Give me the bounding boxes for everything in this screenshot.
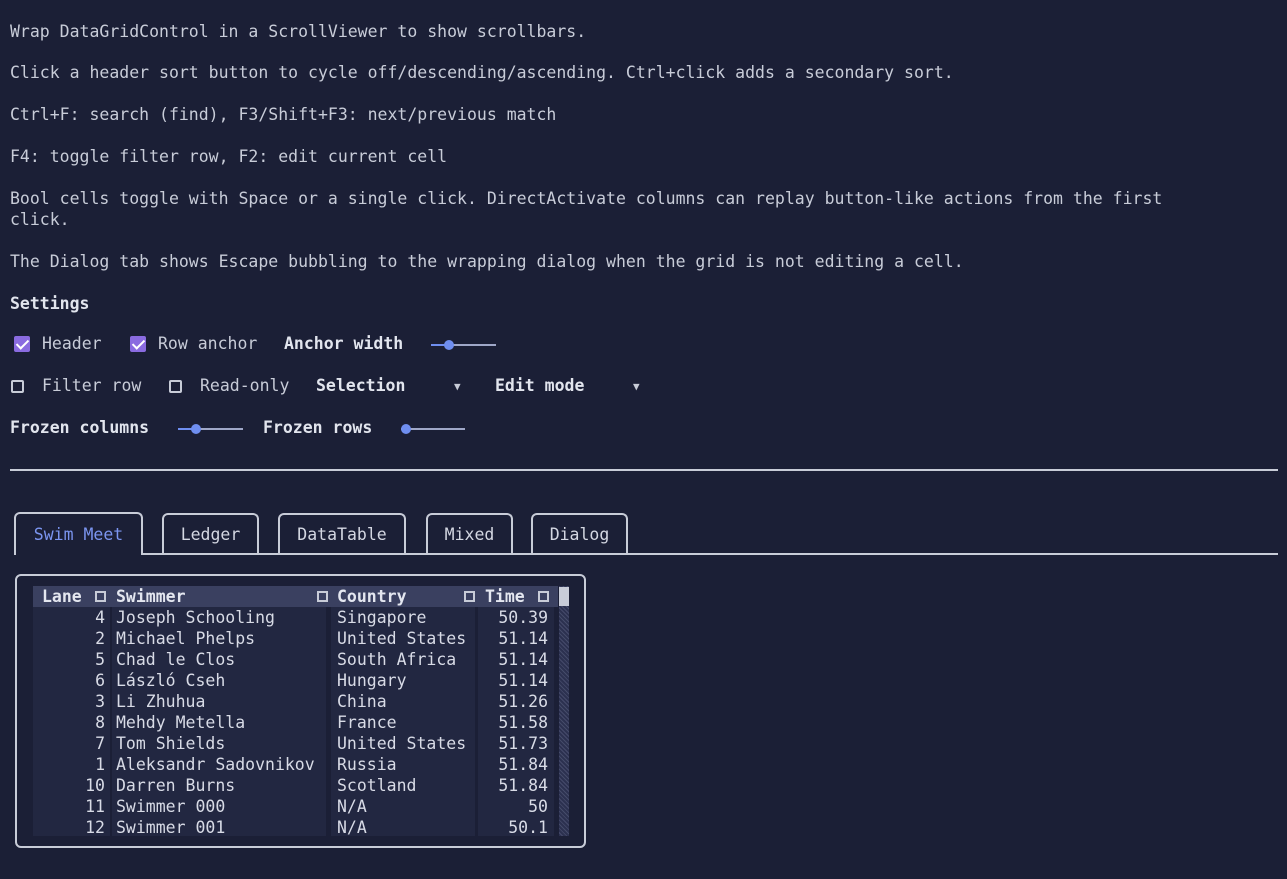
tab-dialog[interactable]: Dialog	[531, 513, 628, 553]
instruction-line: Ctrl+F: search (find), F3/Shift+F3: next…	[10, 105, 557, 124]
grid-cell[interactable]: 50.1	[508, 817, 548, 838]
frozen-rows-slider[interactable]	[401, 424, 465, 434]
column-header-lane[interactable]: Lane	[42, 586, 82, 607]
edit-mode-label: Edit mode	[495, 376, 585, 395]
grid-cell[interactable]: 8	[95, 712, 105, 733]
tab-datatable[interactable]: DataTable	[278, 513, 406, 553]
grid-cell[interactable]: 51.84	[498, 754, 548, 775]
grid-cell[interactable]: Singapore	[337, 607, 426, 628]
grid-cell[interactable]: 2	[95, 628, 105, 649]
tab-ledger[interactable]: Ledger	[162, 513, 259, 553]
tab-strip-line	[143, 553, 1278, 555]
frozen-rows-label: Frozen rows	[263, 418, 373, 437]
tab-swim-meet[interactable]: Swim Meet	[14, 512, 143, 555]
dropdown-arrow-icon: ▼	[454, 380, 461, 393]
settings-title: Settings	[10, 294, 90, 313]
grid-cell[interactable]: 51.14	[498, 670, 548, 691]
grid-cell[interactable]: Swimmer 001	[116, 817, 225, 838]
read-only-checkbox-label: Read-only	[200, 376, 290, 395]
checkbox-unchecked-icon	[169, 380, 182, 393]
grid-cell[interactable]: 11	[85, 796, 105, 817]
grid-cell[interactable]: 51.14	[498, 649, 548, 670]
row-anchor-checkbox-label: Row anchor	[158, 334, 258, 353]
grid-cell[interactable]: France	[337, 712, 397, 733]
grid-cell[interactable]: 1	[95, 754, 105, 775]
instruction-line: F4: toggle filter row, F2: edit current …	[10, 147, 448, 166]
instruction-line: Click a header sort button to cycle off/…	[10, 63, 954, 82]
grid-cell[interactable]: 3	[95, 691, 105, 712]
grid-cell[interactable]: 7	[95, 733, 105, 754]
grid-cell[interactable]: 6	[95, 670, 105, 691]
sort-button-icon[interactable]	[464, 591, 475, 602]
grid-cell[interactable]: N/A	[337, 817, 367, 838]
sort-button-icon[interactable]	[317, 591, 328, 602]
grid-cell[interactable]: 51.58	[498, 712, 548, 733]
grid-cell[interactable]: Scotland	[337, 775, 416, 796]
grid-cell[interactable]: Mehdy Metella	[116, 712, 245, 733]
tab-mixed[interactable]: Mixed	[426, 513, 513, 553]
grid-cell[interactable]: 51.73	[498, 733, 548, 754]
grid-cell[interactable]: 51.26	[498, 691, 548, 712]
grid-cell[interactable]: South Africa	[337, 649, 456, 670]
grid-cell[interactable]: 51.84	[498, 775, 548, 796]
selection-label: Selection	[316, 376, 406, 395]
grid-cell[interactable]: Joseph Schooling	[116, 607, 275, 628]
frozen-columns-slider[interactable]	[178, 424, 243, 434]
grid-cell[interactable]: China	[337, 691, 387, 712]
grid-cell[interactable]: 5	[95, 649, 105, 670]
grid-cell[interactable]: Chad le Clos	[116, 649, 235, 670]
grid-cell[interactable]: 50.39	[498, 607, 548, 628]
grid-cell[interactable]: Aleksandr Sadovnikov	[116, 754, 315, 775]
header-row	[33, 586, 558, 607]
header-checkbox-label: Header	[42, 334, 102, 353]
column-header-country[interactable]: Country	[337, 586, 407, 607]
grid-cell[interactable]: United States	[337, 733, 466, 754]
column-header-time[interactable]: Time	[485, 586, 525, 607]
instruction-line: The Dialog tab shows Escape bubbling to …	[10, 252, 964, 271]
frozen-columns-label: Frozen columns	[10, 418, 150, 437]
grid-cell[interactable]: Darren Burns	[116, 775, 235, 796]
sort-button-icon[interactable]	[538, 591, 549, 602]
sort-button-icon[interactable]	[95, 591, 106, 602]
grid-cell[interactable]: 50	[528, 796, 548, 817]
filter-row-checkbox-label: Filter row	[42, 376, 142, 395]
grid-cell[interactable]: Michael Phelps	[116, 628, 255, 649]
checkbox-checked-icon	[14, 336, 30, 352]
anchor-width-label: Anchor width	[284, 334, 404, 353]
instruction-line: Bool cells toggle with Space or a single…	[10, 189, 1163, 208]
checkbox-checked-icon	[130, 336, 146, 352]
column-header-swimmer[interactable]: Swimmer	[116, 586, 186, 607]
instruction-line: Wrap DataGridControl in a ScrollViewer t…	[10, 22, 587, 41]
grid-cell[interactable]: László Cseh	[116, 670, 225, 691]
grid-cell[interactable]: 51.14	[498, 628, 548, 649]
vertical-scrollbar[interactable]	[559, 586, 569, 836]
grid-cell[interactable]: Li Zhuhua	[116, 691, 205, 712]
grid-cell[interactable]: Tom Shields	[116, 733, 225, 754]
grid-cell[interactable]: 10	[85, 775, 105, 796]
scrollbar-thumb[interactable]	[559, 587, 569, 606]
grid-cell[interactable]: Russia	[337, 754, 397, 775]
grid-cell[interactable]: United States	[337, 628, 466, 649]
checkbox-unchecked-icon	[11, 380, 24, 393]
grid-cell[interactable]: Hungary	[337, 670, 407, 691]
grid-cell[interactable]: 12	[85, 817, 105, 838]
grid-cell[interactable]: N/A	[337, 796, 367, 817]
grid-cell[interactable]: 4	[95, 607, 105, 628]
instruction-line: click.	[10, 210, 70, 229]
grid-cell[interactable]: Swimmer 000	[116, 796, 225, 817]
divider	[10, 469, 1278, 471]
dropdown-arrow-icon: ▼	[633, 380, 640, 393]
anchor-width-slider[interactable]	[431, 340, 496, 350]
